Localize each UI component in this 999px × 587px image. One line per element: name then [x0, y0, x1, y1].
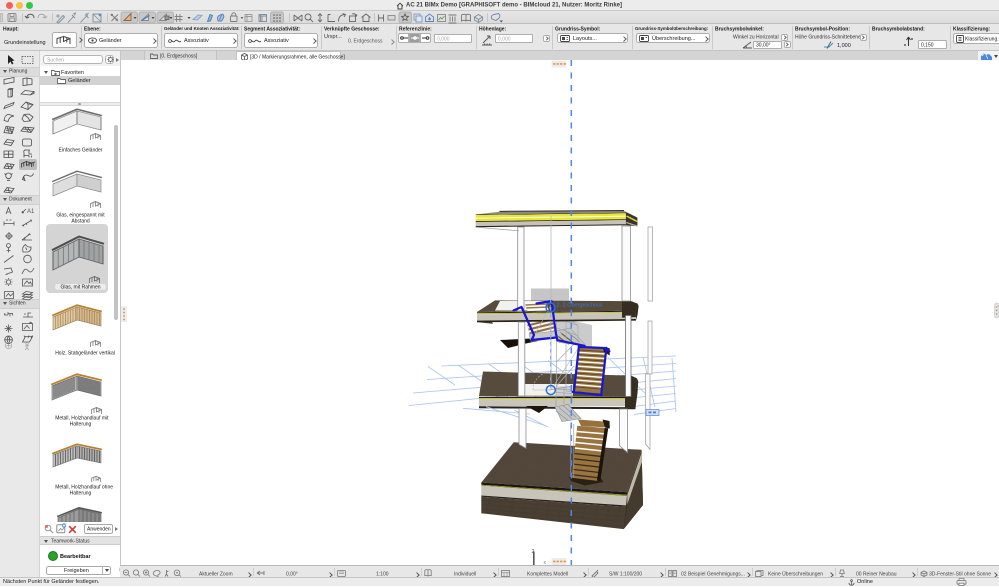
svg-text:A1: A1	[27, 209, 35, 215]
svg-text:2. 2.Obergeschoss: 2. 2.Obergeschoss	[557, 303, 603, 309]
